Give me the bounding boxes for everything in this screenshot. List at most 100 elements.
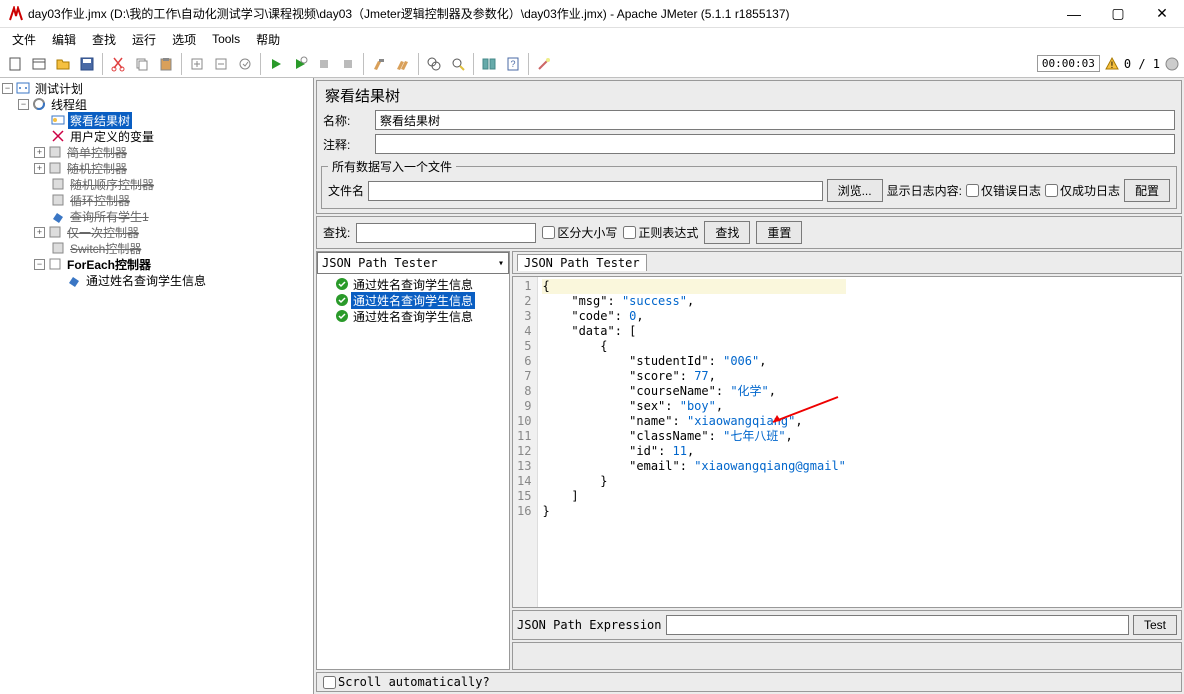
only-success-checkbox[interactable]: 仅成功日志 — [1045, 182, 1120, 199]
menu-file[interactable]: 文件 — [4, 29, 44, 50]
expand-icon[interactable] — [186, 53, 208, 75]
result-list[interactable]: 通过姓名查询学生信息通过姓名查询学生信息通过姓名查询学生信息 — [317, 274, 509, 669]
panel-title: 察看结果树 — [317, 81, 1181, 108]
reset-button[interactable]: 重置 — [756, 221, 802, 244]
elapsed-timer: 00:00:03 — [1037, 55, 1100, 72]
tab-header: JSON Path Tester — [512, 251, 1182, 274]
tree-toggle[interactable]: − — [34, 259, 45, 270]
test-button[interactable]: Test — [1133, 615, 1177, 635]
testplan-icon — [15, 80, 31, 96]
tree-threadgroup[interactable]: 线程组 — [49, 96, 89, 113]
menubar: 文件 编辑 查找 运行 选项 Tools 帮助 — [0, 28, 1184, 50]
only-error-checkbox[interactable]: 仅错误日志 — [966, 182, 1041, 199]
minimize-button[interactable]: — — [1060, 4, 1088, 24]
tree-toggle[interactable]: + — [34, 147, 45, 158]
result-item[interactable]: 通过姓名查询学生信息 — [319, 308, 507, 324]
search-input[interactable] — [356, 223, 536, 243]
shutdown-icon[interactable] — [337, 53, 359, 75]
tree-toggle[interactable]: − — [18, 99, 29, 110]
bottom-options: Scroll automatically? — [316, 672, 1182, 692]
warning-icon[interactable]: ! — [1104, 56, 1120, 72]
tab-json-tester[interactable]: JSON Path Tester — [517, 254, 647, 271]
tree-query-all[interactable]: 查询所有学生1 — [68, 208, 151, 225]
result-item[interactable]: 通过姓名查询学生信息 — [319, 292, 507, 308]
clear-all-icon[interactable] — [392, 53, 414, 75]
wand-icon[interactable] — [533, 53, 555, 75]
collapse-icon[interactable] — [210, 53, 232, 75]
menu-search[interactable]: 查找 — [84, 29, 124, 50]
tree-view-results[interactable]: 察看结果树 — [68, 112, 132, 129]
tree-testplan[interactable]: 测试计划 — [33, 80, 85, 97]
tree-random-ctrl[interactable]: 随机控制器 — [65, 160, 129, 177]
case-checkbox[interactable]: 区分大小写 — [542, 224, 617, 241]
menu-options[interactable]: 选项 — [164, 29, 204, 50]
maximize-button[interactable]: ▢ — [1104, 4, 1132, 24]
open-icon[interactable] — [52, 53, 74, 75]
new-icon[interactable] — [4, 53, 26, 75]
scroll-auto-checkbox[interactable]: Scroll automatically? — [323, 675, 490, 689]
stop-icon[interactable] — [313, 53, 335, 75]
run-icon[interactable] — [265, 53, 287, 75]
menu-tools[interactable]: Tools — [204, 30, 248, 48]
cut-icon[interactable] — [107, 53, 129, 75]
file-section-title: 所有数据写入一个文件 — [328, 158, 456, 175]
menu-edit[interactable]: 编辑 — [44, 29, 84, 50]
json-path-input[interactable] — [666, 615, 1129, 635]
tree-toggle[interactable]: + — [34, 227, 45, 238]
search-bar: 查找: 区分大小写 正则表达式 查找 重置 — [316, 216, 1182, 249]
response-body[interactable]: 12345678910111213141516 { "msg": "succes… — [512, 276, 1182, 608]
tree-loop-ctrl[interactable]: 循环控制器 — [68, 192, 132, 209]
tree-randord-ctrl[interactable]: 随机顺序控制器 — [68, 176, 156, 193]
tree-once-ctrl[interactable]: 仅一次控制器 — [65, 224, 141, 241]
listener-config: 察看结果树 名称: 注释: 所有数据写入一个文件 文件名 浏览... 显示日志内… — [316, 80, 1182, 214]
menu-help[interactable]: 帮助 — [248, 29, 288, 50]
regex-checkbox[interactable]: 正则表达式 — [623, 224, 698, 241]
help-icon[interactable]: ? — [502, 53, 524, 75]
search-label: 查找: — [323, 224, 350, 241]
function-icon[interactable] — [478, 53, 500, 75]
menu-run[interactable]: 运行 — [124, 29, 164, 50]
result-item[interactable]: 通过姓名查询学生信息 — [319, 276, 507, 292]
thread-count: 0 / 1 — [1124, 57, 1160, 71]
tree-query-byname[interactable]: 通过姓名查询学生信息 — [84, 272, 208, 289]
renderer-dropdown[interactable]: JSON Path Tester ▾ — [317, 252, 509, 274]
save-icon[interactable] — [76, 53, 98, 75]
name-input[interactable] — [375, 110, 1175, 130]
results-tree-panel: JSON Path Tester ▾ 通过姓名查询学生信息通过姓名查询学生信息通… — [316, 251, 510, 670]
find-button[interactable]: 查找 — [704, 221, 750, 244]
toggle-icon[interactable] — [234, 53, 256, 75]
controller-icon — [47, 160, 63, 176]
close-button[interactable]: ✕ — [1148, 4, 1176, 24]
controller-icon — [50, 192, 66, 208]
tree-toggle[interactable]: − — [2, 83, 13, 94]
app-window: day03作业.jmx (D:\我的工作\自动化测试学习\课程视频\day03（… — [0, 0, 1184, 694]
paste-icon[interactable] — [155, 53, 177, 75]
filename-input[interactable] — [368, 181, 823, 201]
json-path-box: JSON Path Expression Test — [512, 610, 1182, 640]
tree-foreach-ctrl[interactable]: ForEach控制器 — [65, 256, 153, 273]
tree-switch-ctrl[interactable]: Switch控制器 — [68, 240, 143, 257]
reset-search-icon[interactable] — [447, 53, 469, 75]
tree-toggle[interactable]: + — [34, 163, 45, 174]
tree-panel[interactable]: −测试计划 −线程组 察看结果树 用户定义的变量 +简单控制器 +随机控制器 随… — [0, 78, 314, 694]
tree-simple-ctrl[interactable]: 简单控制器 — [65, 144, 129, 161]
comment-input[interactable] — [375, 134, 1175, 154]
run-noTimers-icon[interactable] — [289, 53, 311, 75]
controller-icon — [47, 224, 63, 240]
browse-button[interactable]: 浏览... — [827, 179, 883, 202]
tree-user-vars[interactable]: 用户定义的变量 — [68, 128, 156, 145]
toolbar: ? 00:00:03 ! 0 / 1 — [0, 50, 1184, 78]
status-icon — [1164, 56, 1180, 72]
jmeter-icon — [8, 6, 24, 22]
copy-icon[interactable] — [131, 53, 153, 75]
chevron-down-icon: ▾ — [498, 258, 504, 269]
variables-icon — [50, 128, 66, 144]
results-detail-panel: JSON Path Tester 12345678910111213141516… — [512, 251, 1182, 670]
configure-button[interactable]: 配置 — [1124, 179, 1170, 202]
filename-label: 文件名 — [328, 182, 364, 199]
svg-text:?: ? — [510, 59, 515, 69]
search-icon[interactable] — [423, 53, 445, 75]
right-panel: 察看结果树 名称: 注释: 所有数据写入一个文件 文件名 浏览... 显示日志内… — [314, 78, 1184, 694]
clear-icon[interactable] — [368, 53, 390, 75]
templates-icon[interactable] — [28, 53, 50, 75]
